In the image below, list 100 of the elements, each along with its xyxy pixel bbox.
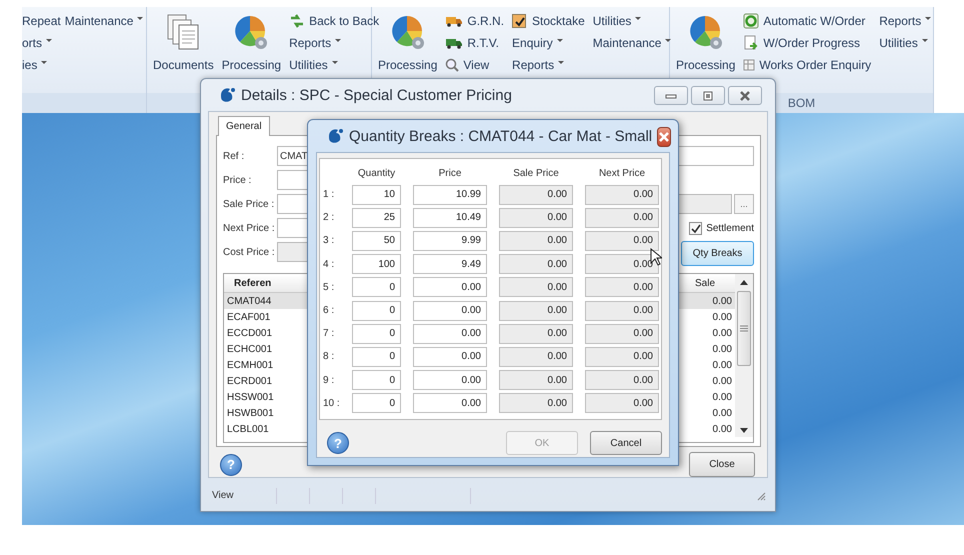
- input-field[interactable]: 0.00: [585, 300, 659, 321]
- close-button[interactable]: Close: [689, 452, 755, 477]
- table-cell[interactable]: 0.00: [675, 389, 735, 405]
- ribbon-button[interactable]: View: [445, 54, 504, 76]
- input-field[interactable]: 0.00: [585, 324, 659, 344]
- menu-button[interactable]: Reports: [879, 10, 932, 32]
- input-field[interactable]: 0.00: [499, 277, 573, 298]
- close-button[interactable]: [657, 127, 672, 147]
- checkbox[interactable]: [689, 222, 702, 234]
- ribbon-button[interactable]: Back to Back: [289, 10, 380, 32]
- input-field[interactable]: 0.00: [499, 300, 573, 321]
- input-field[interactable]: 0.00: [585, 230, 659, 251]
- input-field[interactable]: 0.00: [413, 277, 487, 298]
- input-field[interactable]: 0: [352, 393, 401, 414]
- scroll-down-icon: [740, 428, 748, 433]
- input-field[interactable]: 0.00: [585, 393, 659, 414]
- input-field[interactable]: 0: [352, 370, 401, 390]
- row-number: 5 :: [323, 282, 336, 293]
- checkbox-label: Settlement: [706, 222, 754, 234]
- caret-icon: [665, 39, 672, 42]
- input-field[interactable]: 0: [352, 277, 401, 298]
- input-field[interactable]: 0.00: [499, 208, 573, 228]
- caret-icon: [335, 39, 342, 42]
- caret-icon: [46, 39, 52, 42]
- menu-button[interactable]: orts: [22, 32, 61, 54]
- input-field[interactable]: 0.00: [585, 208, 659, 228]
- input-field[interactable]: 0.00: [499, 346, 573, 367]
- table-cell[interactable]: 0.00: [675, 421, 735, 437]
- input-field[interactable]: 10.99: [413, 184, 487, 205]
- input-field[interactable]: 0.00: [413, 346, 487, 367]
- caret-icon: [922, 39, 928, 42]
- scrollbar[interactable]: [735, 274, 753, 437]
- window-title: Details : SPC - Special Customer Pricing: [241, 86, 512, 104]
- refresh-icon: [743, 13, 760, 29]
- input-field[interactable]: 0: [352, 324, 401, 344]
- input-field[interactable]: 0.00: [585, 277, 659, 298]
- truck-icon: [445, 15, 464, 27]
- arrows-icon: [289, 13, 306, 29]
- table-cell[interactable]: 0.00: [675, 325, 735, 341]
- input-field[interactable]: 10: [352, 184, 401, 205]
- table-cell[interactable]: 0.00: [675, 341, 735, 357]
- ribbon-button[interactable]: R.T.V.: [445, 32, 504, 54]
- ribbon-button[interactable]: Processing: [222, 10, 282, 76]
- caret-icon: [137, 17, 144, 20]
- ribbon-button[interactable]: G.R.N.: [445, 10, 504, 32]
- scroll-thumb[interactable]: [737, 291, 751, 366]
- input-field[interactable]: 0.00: [585, 370, 659, 390]
- input-field[interactable]: 10.49: [413, 208, 487, 228]
- ribbon-button[interactable]: Processing: [676, 10, 736, 76]
- menu-button[interactable]: Utilities: [289, 54, 380, 76]
- input-field[interactable]: 0.00: [413, 393, 487, 414]
- caret-icon: [41, 61, 48, 64]
- menu-button[interactable]: Reports: [289, 32, 380, 54]
- input-field[interactable]: 0: [352, 300, 401, 321]
- menu-button[interactable]: Reports: [512, 54, 585, 76]
- tab[interactable]: General: [218, 116, 270, 136]
- lookup-button[interactable]: ...: [734, 194, 754, 214]
- menu-button[interactable]: Maintenance: [64, 10, 144, 32]
- input-field[interactable]: 9.99: [413, 230, 487, 251]
- input-field[interactable]: 0.00: [499, 230, 573, 251]
- input-field[interactable]: 25: [352, 208, 401, 228]
- qty-breaks-button[interactable]: Qty Breaks: [681, 240, 754, 266]
- menu-button[interactable]: Enquiry: [512, 32, 585, 54]
- table-cell[interactable]: 0.00: [675, 405, 735, 421]
- table-cell[interactable]: 0.00: [675, 309, 735, 325]
- checkbox[interactable]: [512, 14, 526, 28]
- menu-button[interactable]: ies: [22, 54, 61, 76]
- row-number: 10 :: [323, 398, 341, 409]
- table-cell[interactable]: 0.00: [675, 373, 735, 389]
- minimize-button[interactable]: [654, 86, 688, 105]
- input-field[interactable]: 0.00: [413, 300, 487, 321]
- ribbon-button[interactable]: Automatic W/Order: [743, 10, 872, 32]
- input-field[interactable]: 0: [352, 346, 401, 367]
- status-text: View: [210, 488, 277, 504]
- ribbon-button[interactable]: W/Order Progress: [743, 32, 872, 54]
- ribbon-button[interactable]: Processing: [378, 10, 438, 76]
- table-icon: [743, 59, 756, 71]
- table-cell[interactable]: 0.00: [675, 357, 735, 373]
- maximize-button[interactable]: [691, 86, 725, 105]
- input-field[interactable]: 0.00: [499, 370, 573, 390]
- input-field[interactable]: 0.00: [413, 324, 487, 344]
- menu-button[interactable]: Utilities: [592, 10, 672, 32]
- input-field[interactable]: 0.00: [499, 393, 573, 414]
- pie-chart-icon: [390, 14, 426, 50]
- menu-button[interactable]: Maintenance: [592, 32, 672, 54]
- input-field[interactable]: 9.49: [413, 254, 487, 274]
- input-field[interactable]: 0.00: [585, 346, 659, 367]
- ribbon-button[interactable]: Works Order Enquiry: [743, 54, 872, 76]
- truck-icon: [445, 37, 464, 49]
- menu-button[interactable]: Utilities: [879, 32, 932, 54]
- input-field[interactable]: 50: [352, 230, 401, 251]
- caret-icon: [332, 61, 338, 64]
- ribbon-button[interactable]: Documents: [153, 10, 214, 76]
- cancel-button[interactable]: Cancel: [590, 431, 662, 455]
- input-field[interactable]: 0.00: [413, 370, 487, 390]
- input-field[interactable]: 100: [352, 254, 401, 274]
- caret-icon: [925, 17, 932, 20]
- input-field[interactable]: 0.00: [499, 254, 573, 274]
- close-button[interactable]: [728, 86, 762, 105]
- input-field[interactable]: 0.00: [499, 324, 573, 344]
